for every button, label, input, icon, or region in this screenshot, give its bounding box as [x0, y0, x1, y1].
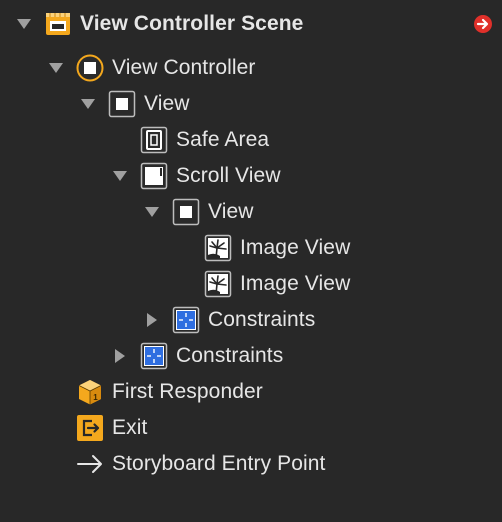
disclosure-triangle-expanded-icon[interactable]: [78, 94, 98, 114]
outline-label-content-view: View: [208, 200, 254, 223]
outline-row-constraints-outer[interactable]: Constraints: [0, 338, 502, 374]
document-outline: View Controller Scene View Controller Vi…: [0, 0, 502, 522]
svg-text:1: 1: [93, 393, 98, 402]
outline-label-first-responder: First Responder: [112, 380, 263, 403]
image-view-icon: [204, 270, 232, 298]
red-arrow-badge-icon[interactable]: [473, 14, 493, 34]
first-responder-cube-icon: 1: [76, 378, 104, 406]
outline-row-image-view-2[interactable]: Image View: [0, 266, 502, 302]
disclosure-triangle-expanded-icon[interactable]: [142, 202, 162, 222]
outline-row-safe-area[interactable]: Safe Area: [0, 122, 502, 158]
outline-row-first-responder[interactable]: 1 First Responder: [0, 374, 502, 410]
outline-row-entry-point[interactable]: Storyboard Entry Point: [0, 446, 502, 482]
safe-area-icon: [140, 126, 168, 154]
outline-row-image-view-1[interactable]: Image View: [0, 230, 502, 266]
outline-row-view-controller[interactable]: View Controller: [0, 50, 502, 86]
outline-row-exit[interactable]: Exit: [0, 410, 502, 446]
exit-icon: [76, 414, 104, 442]
outline-label-entry-point: Storyboard Entry Point: [112, 452, 326, 475]
outline-row-constraints-inner[interactable]: Constraints: [0, 302, 502, 338]
outline-row-view[interactable]: View: [0, 86, 502, 122]
disclosure-triangle-collapsed-icon[interactable]: [142, 310, 162, 330]
storyboard-scene-icon: [44, 10, 72, 38]
outline-label-scene: View Controller Scene: [80, 12, 304, 35]
image-view-icon: [204, 234, 232, 262]
view-controller-icon: [76, 54, 104, 82]
outline-label-view-controller: View Controller: [112, 56, 256, 79]
disclosure-triangle-collapsed-icon[interactable]: [110, 346, 130, 366]
outline-row-scene[interactable]: View Controller Scene: [0, 6, 502, 42]
disclosure-triangle-expanded-icon[interactable]: [14, 14, 34, 34]
constraints-icon: [172, 306, 200, 334]
outline-label-image-view-2: Image View: [240, 272, 351, 295]
outline-row-content-view[interactable]: View: [0, 194, 502, 230]
arrow-right-icon: [76, 450, 104, 478]
outline-label-constraints-outer: Constraints: [176, 344, 284, 367]
disclosure-triangle-expanded-icon[interactable]: [110, 166, 130, 186]
outline-label-scroll-view: Scroll View: [176, 164, 281, 187]
outline-label-view: View: [144, 92, 190, 115]
constraints-icon: [140, 342, 168, 370]
outline-label-constraints-inner: Constraints: [208, 308, 316, 331]
outline-label-safe-area: Safe Area: [176, 128, 270, 151]
view-icon: [108, 90, 136, 118]
outline-label-exit: Exit: [112, 416, 148, 439]
view-icon: [172, 198, 200, 226]
disclosure-triangle-expanded-icon[interactable]: [46, 58, 66, 78]
outline-row-scroll-view[interactable]: Scroll View: [0, 158, 502, 194]
scroll-view-icon: [140, 162, 168, 190]
outline-label-image-view-1: Image View: [240, 236, 351, 259]
